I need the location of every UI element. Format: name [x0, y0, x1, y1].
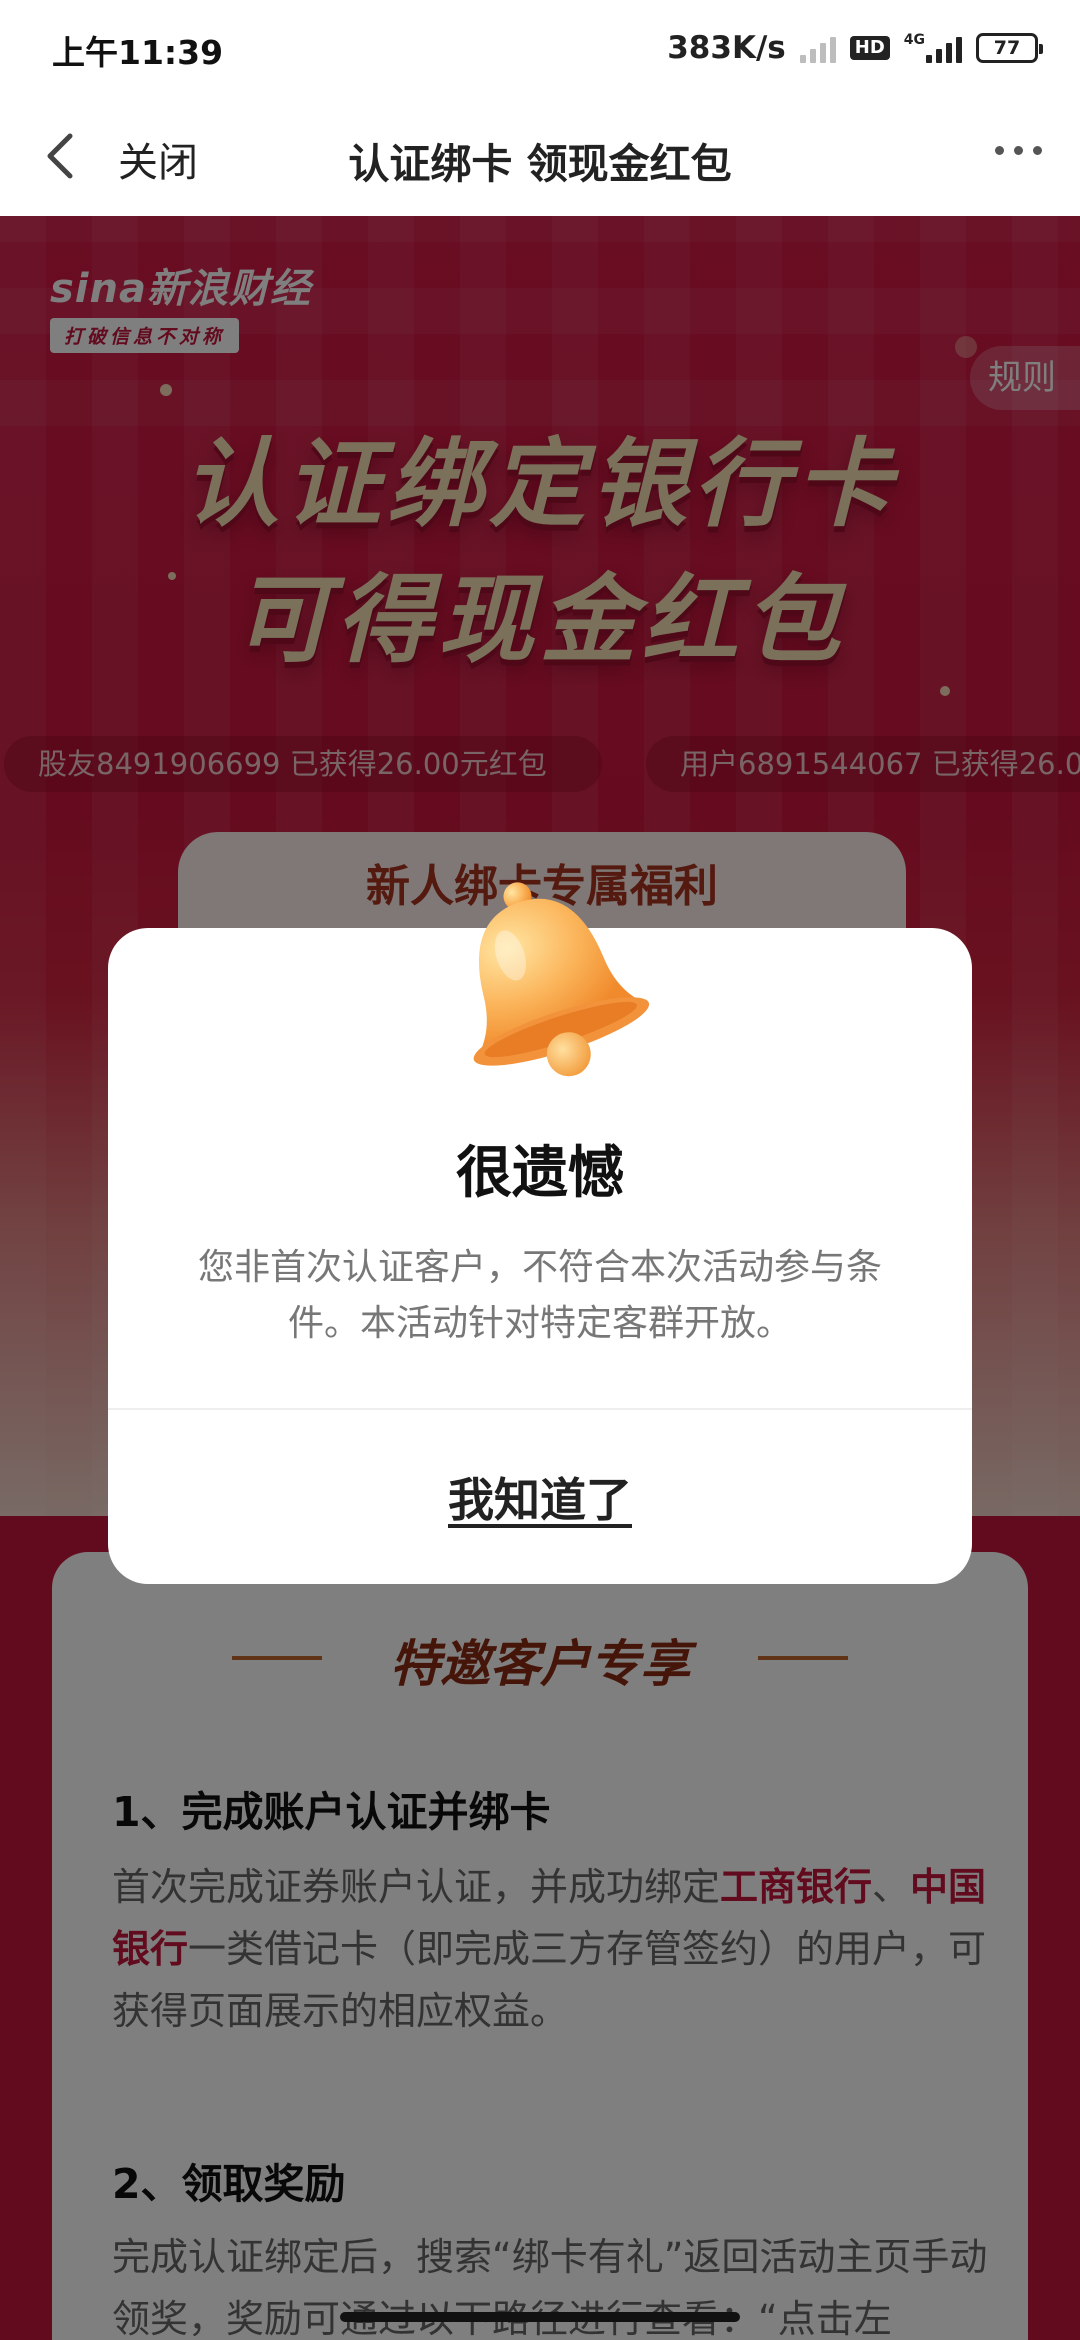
dialog-title: 很遗憾: [456, 1141, 624, 1206]
hd-badge: HD: [849, 36, 890, 60]
acknowledge-button[interactable]: 我知道了: [108, 1410, 972, 1584]
wifi-signal-icon: [799, 33, 836, 63]
network-type: 4G: [903, 32, 925, 48]
page-title: 认证绑卡 领现金红包: [348, 140, 732, 188]
nav-bar: 关闭 认证绑卡 领现金红包: [0, 96, 1080, 216]
network-speed: 383K/s: [667, 30, 786, 66]
bell-icon: [473, 882, 650, 1077]
battery-level: 77: [993, 37, 1021, 59]
battery-icon: 77: [976, 33, 1043, 63]
more-options-icon[interactable]: [995, 146, 1042, 155]
dialog-message: 您非首次认证客户，不符合本次活动参与条件。本活动针对特定客群开放。: [197, 1247, 882, 1344]
status-time: 上午11:39: [52, 33, 224, 72]
status-bar: 上午11:39 383K/s HD 4G 77: [0, 0, 1080, 96]
status-icons: 383K/s HD 4G 77: [667, 24, 1043, 72]
cellular-signal-icon: 4G: [904, 33, 962, 63]
